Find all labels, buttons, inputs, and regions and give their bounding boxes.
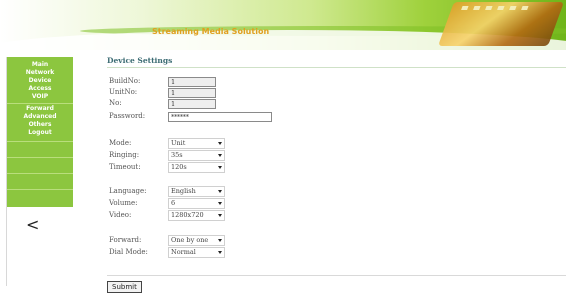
password-field[interactable]: ****** xyxy=(168,112,272,122)
video-label: Video: xyxy=(109,211,132,219)
dial-mode-select[interactable]: Normal xyxy=(168,247,225,258)
sidebar-item-access[interactable]: Access xyxy=(7,85,73,93)
mode-select[interactable]: Unit xyxy=(168,138,225,149)
caret-down-icon xyxy=(218,190,222,193)
sidebar-item-main[interactable]: Main xyxy=(7,61,73,69)
device-settings-panel: Device Settings BuildNo: 1 UnitNo: 1 No:… xyxy=(107,50,566,293)
page-title: Device Settings xyxy=(107,56,173,65)
timeout-select[interactable]: 120s xyxy=(168,162,225,173)
caret-down-icon xyxy=(218,239,222,242)
sidebar-item-advanced[interactable]: Advanced xyxy=(7,113,73,121)
mode-label: Mode: xyxy=(109,139,132,147)
caret-down-icon xyxy=(218,214,222,217)
film-strip-graphic xyxy=(437,2,565,46)
divider xyxy=(7,189,73,190)
volume-select[interactable]: 6 xyxy=(168,198,225,209)
timeout-label: Timeout: xyxy=(109,163,141,171)
app-title: Streaming Media Solution xyxy=(152,27,270,36)
unit-no-field[interactable]: 1 xyxy=(168,88,216,98)
sidebar-item-logout[interactable]: Logout xyxy=(7,129,73,137)
caret-down-icon xyxy=(218,251,222,254)
no-field[interactable]: 1 xyxy=(168,99,216,109)
ringing-label: Ringing: xyxy=(109,151,140,159)
divider xyxy=(7,141,73,142)
no-label: No: xyxy=(109,99,122,107)
timeout-value: 120s xyxy=(171,163,187,171)
caret-down-icon xyxy=(218,202,222,205)
forward-value: One by one xyxy=(171,236,209,244)
sidebar-item-voip[interactable]: VOIP xyxy=(7,93,73,101)
volume-label: Volume: xyxy=(109,199,138,207)
caret-down-icon xyxy=(218,142,222,145)
forward-label: Forward: xyxy=(109,236,142,244)
build-no-label: BuildNo: xyxy=(109,77,141,85)
video-value: 1280x720 xyxy=(171,211,204,219)
language-label: Language: xyxy=(109,187,147,195)
sidebar: Main Network Device Access VOIP Forward … xyxy=(6,57,73,286)
forward-select[interactable]: One by one xyxy=(168,235,225,246)
unit-no-label: UnitNo: xyxy=(109,88,138,96)
dial-mode-label: Dial Mode: xyxy=(109,248,148,256)
dial-mode-value: Normal xyxy=(171,248,196,256)
password-label: Password: xyxy=(109,112,146,120)
sidebar-menu: Main Network Device Access VOIP Forward … xyxy=(7,57,73,207)
divider xyxy=(107,67,566,68)
sidebar-item-others[interactable]: Others xyxy=(7,121,73,129)
divider xyxy=(107,275,566,276)
language-value: English xyxy=(171,187,196,195)
divider xyxy=(7,173,73,174)
caret-down-icon xyxy=(218,154,222,157)
ringing-select[interactable]: 35s xyxy=(168,150,225,161)
build-no-field[interactable]: 1 xyxy=(168,77,216,87)
divider xyxy=(7,157,73,158)
volume-value: 6 xyxy=(171,199,176,207)
chevron-left-icon[interactable]: < xyxy=(26,215,39,234)
sidebar-item-forward[interactable]: Forward xyxy=(7,105,73,113)
divider xyxy=(7,103,73,104)
sidebar-item-device[interactable]: Device xyxy=(7,77,73,85)
sidebar-item-network[interactable]: Network xyxy=(7,69,73,77)
language-select[interactable]: English xyxy=(168,186,225,197)
ringing-value: 35s xyxy=(171,151,183,159)
video-select[interactable]: 1280x720 xyxy=(168,210,225,221)
submit-button[interactable]: Submit xyxy=(107,281,142,293)
mode-value: Unit xyxy=(171,139,186,147)
caret-down-icon xyxy=(218,166,222,169)
header-banner: Streaming Media Solution xyxy=(0,0,566,50)
